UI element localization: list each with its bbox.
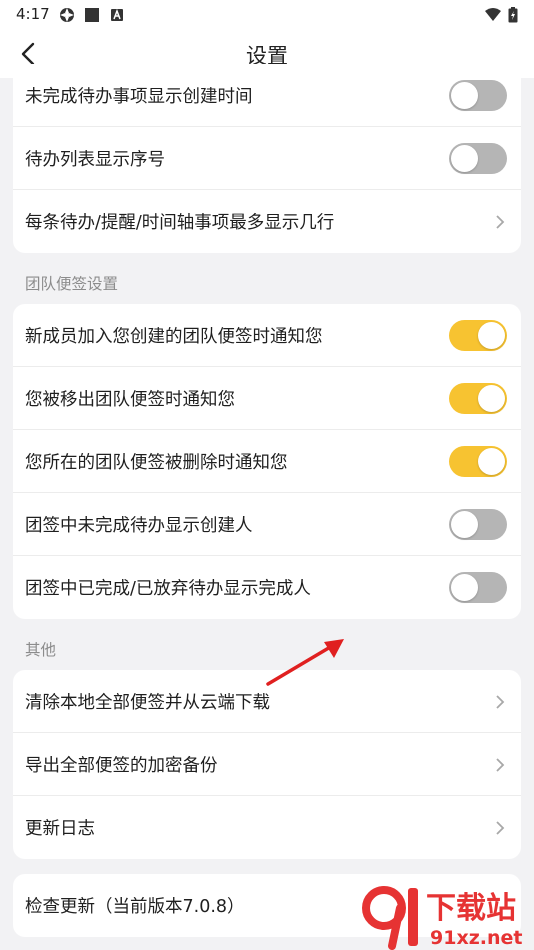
toggle-switch[interactable] <box>449 446 507 477</box>
toggle-switch[interactable] <box>449 80 507 111</box>
toggle-knob <box>451 574 478 601</box>
setting-label: 更新日志 <box>25 819 95 839</box>
a-badge-icon <box>111 8 123 21</box>
battery-icon <box>508 7 518 23</box>
wifi-icon <box>485 8 501 21</box>
setting-label: 检查更新（当前版本7.0.8） <box>25 897 245 917</box>
chevron-right-icon <box>496 695 505 709</box>
setting-row-show-list-index[interactable]: 待办列表显示序号 <box>13 127 521 190</box>
setting-row-changelog[interactable]: 更新日志 <box>13 796 521 859</box>
general-settings-card: 未完成待办事项显示创建时间 待办列表显示序号 每条待办/提醒/时间轴事项最多显示… <box>13 64 521 253</box>
annotation-arrow-icon <box>266 639 344 686</box>
section-title-team: 团队便签设置 <box>25 275 119 293</box>
setting-label: 每条待办/提醒/时间轴事项最多显示几行 <box>25 213 335 233</box>
chevron-right-icon <box>496 215 505 229</box>
setting-row-new-member-notify[interactable]: 新成员加入您创建的团队便签时通知您 <box>13 304 521 367</box>
toggle-knob <box>478 385 505 412</box>
setting-row-show-creator[interactable]: 团签中未完成待办显示创建人 <box>13 493 521 556</box>
watermark-logo: 下载站 91xz.net <box>362 886 522 950</box>
toggle-knob <box>451 511 478 538</box>
setting-row-removed-notify[interactable]: 您被移出团队便签时通知您 <box>13 367 521 430</box>
square-icon <box>85 8 99 22</box>
setting-label: 新成员加入您创建的团队便签时通知您 <box>25 327 323 347</box>
setting-label: 未完成待办事项显示创建时间 <box>25 87 253 107</box>
section-title-other: 其他 <box>25 641 57 659</box>
watermark-site: 91xz.net <box>430 927 522 949</box>
setting-label: 团签中已完成/已放弃待办显示完成人 <box>25 579 311 599</box>
setting-label: 团签中未完成待办显示创建人 <box>25 516 253 536</box>
status-bar: 4:17 <box>0 0 534 30</box>
setting-label: 清除本地全部便签并从云端下载 <box>25 693 270 713</box>
setting-row-show-create-time[interactable]: 未完成待办事项显示创建时间 <box>13 64 521 127</box>
setting-row-max-lines[interactable]: 每条待办/提醒/时间轴事项最多显示几行 <box>13 190 521 253</box>
toggle-knob <box>451 82 478 109</box>
team-settings-card: 新成员加入您创建的团队便签时通知您 您被移出团队便签时通知您 您所在的团队便签被… <box>13 304 521 619</box>
toggle-switch[interactable] <box>449 320 507 351</box>
toggle-knob <box>478 448 505 475</box>
toggle-knob <box>478 322 505 349</box>
setting-label: 您被移出团队便签时通知您 <box>25 390 235 410</box>
setting-row-export-backup[interactable]: 导出全部便签的加密备份 <box>13 733 521 796</box>
toggle-switch[interactable] <box>449 509 507 540</box>
toggle-knob <box>451 145 478 172</box>
toggle-switch[interactable] <box>449 143 507 174</box>
chevron-right-icon <box>496 821 505 835</box>
setting-label: 待办列表显示序号 <box>25 150 165 170</box>
setting-label: 导出全部便签的加密备份 <box>25 756 218 776</box>
setting-label: 您所在的团队便签被删除时通知您 <box>25 453 288 473</box>
setting-row-deleted-notify[interactable]: 您所在的团队便签被删除时通知您 <box>13 430 521 493</box>
toggle-switch[interactable] <box>449 383 507 414</box>
status-time: 4:17 <box>16 5 50 23</box>
other-settings-card: 清除本地全部便签并从云端下载 导出全部便签的加密备份 更新日志 <box>13 670 521 859</box>
app-icon <box>60 8 74 22</box>
toggle-switch[interactable] <box>449 572 507 603</box>
setting-row-show-completer[interactable]: 团签中已完成/已放弃待办显示完成人 <box>13 556 521 619</box>
watermark-brand: 下载站 <box>426 891 516 926</box>
chevron-right-icon <box>496 758 505 772</box>
